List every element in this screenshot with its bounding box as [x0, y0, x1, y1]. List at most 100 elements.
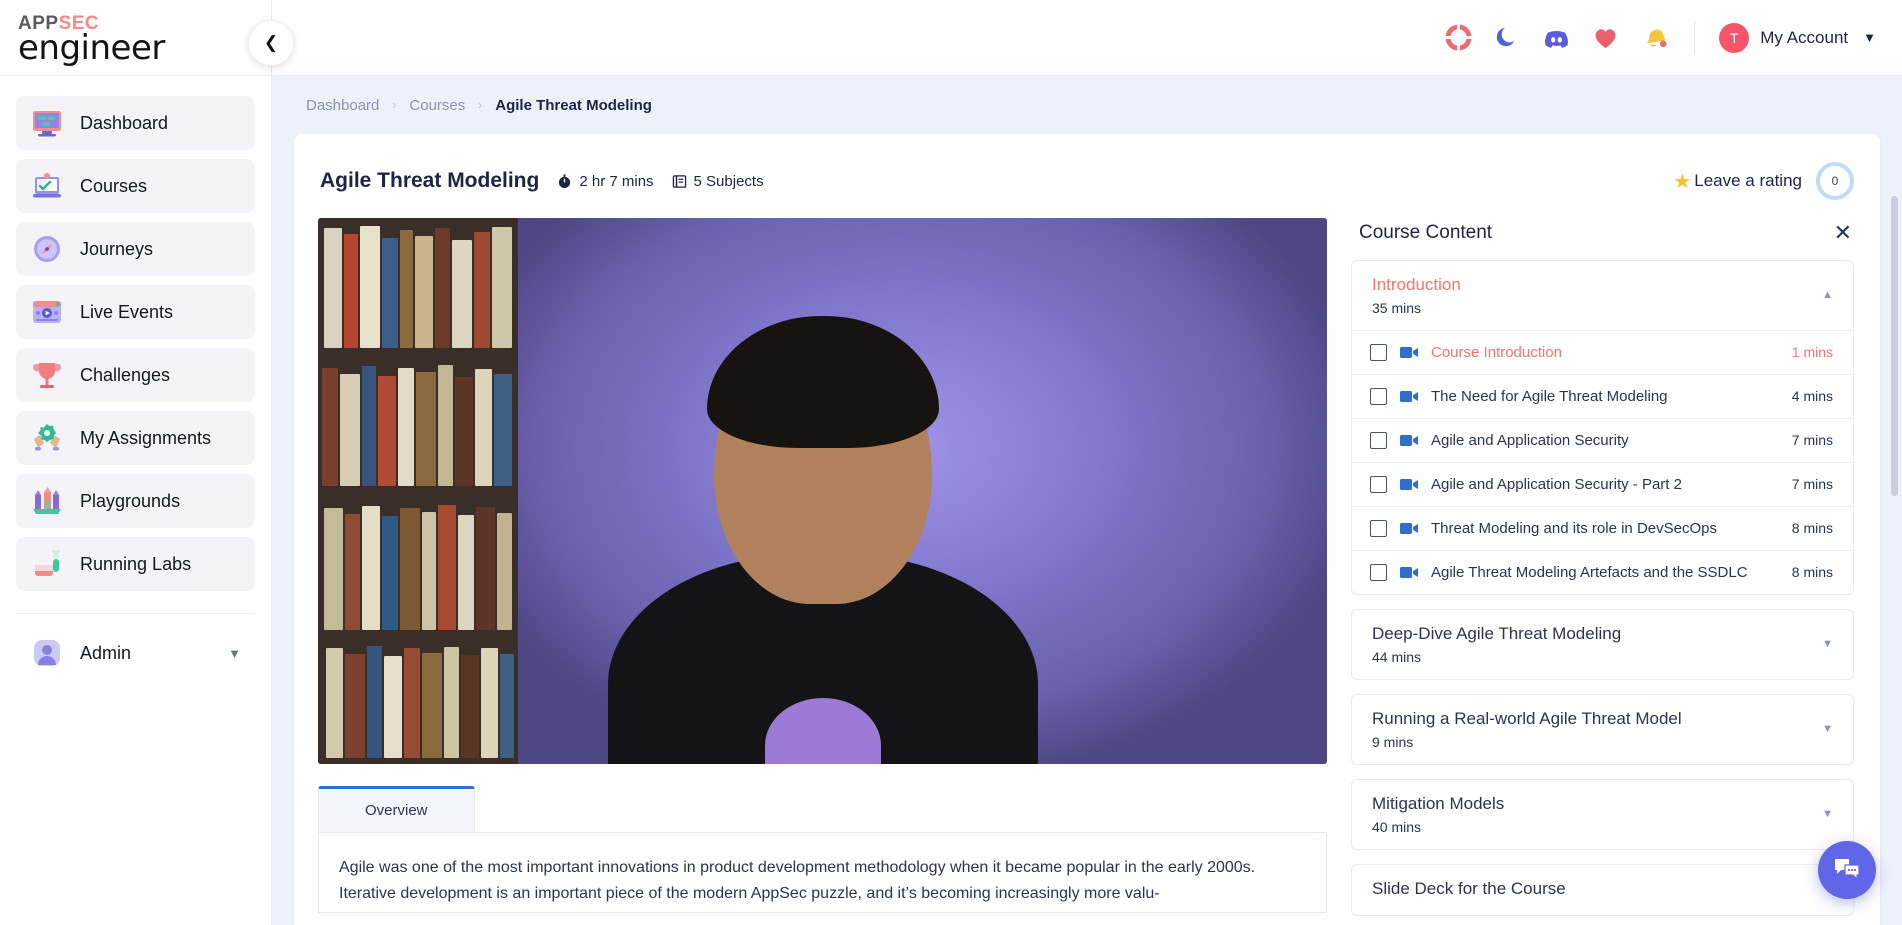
sidebar-collapse-button[interactable]: ❮: [248, 20, 294, 66]
account-label: My Account: [1760, 27, 1849, 47]
overview-panel: Agile was one of the most important inno…: [318, 833, 1327, 913]
course-section-header[interactable]: Deep-Dive Agile Threat Modeling 44 mins ▼: [1352, 610, 1853, 679]
course-tabs: Overview: [318, 786, 1327, 833]
sidebar-item-running-labs[interactable]: Running Labs: [16, 537, 255, 591]
chevron-down-icon[interactable]: ▼: [1822, 638, 1833, 650]
lesson-duration: 8 mins: [1791, 520, 1833, 537]
breadcrumb-separator: ›: [478, 98, 483, 112]
course-section: Introduction 35 mins ▲ Course Introduction 1…: [1351, 260, 1854, 595]
sidebar-item-admin[interactable]: Admin ▼: [16, 628, 255, 678]
overview-text: Agile was one of the most important inno…: [339, 859, 1256, 902]
lesson-title: Course Introduction: [1431, 343, 1562, 361]
breadcrumb-item-courses[interactable]: Courses: [409, 97, 465, 114]
lesson-row[interactable]: The Need for Agile Threat Modeling 4 mins: [1352, 373, 1853, 418]
course-body: Overview Agile was one of the most impor…: [318, 196, 1898, 916]
chevron-down-icon[interactable]: ▼: [1822, 808, 1833, 820]
course-content-scrollbar[interactable]: [1891, 196, 1898, 756]
course-duration-text: 2 hr 7 mins: [579, 172, 654, 190]
top-bar: T My Account ▼: [272, 0, 1902, 76]
bell-notification-icon[interactable]: [1641, 24, 1668, 51]
course-section: Deep-Dive Agile Threat Modeling 44 mins ▼: [1351, 608, 1854, 680]
video-camera-icon: [1400, 478, 1418, 490]
sidebar-item-my-assignments[interactable]: My Assignments: [16, 411, 255, 465]
course-section-header[interactable]: Introduction 35 mins ▲: [1352, 261, 1853, 330]
course-section-title: Deep-Dive Agile Threat Modeling: [1372, 623, 1622, 643]
progress-badge: 0: [1816, 162, 1854, 200]
avatar: T: [1719, 22, 1750, 53]
course-content-panel: Course Content ✕ Introduction 35 mins ▲ Cou…: [1351, 196, 1898, 916]
chevron-down-icon[interactable]: ▼: [1822, 723, 1833, 735]
breadcrumb-item-dashboard[interactable]: Dashboard: [306, 97, 379, 114]
lesson-checkbox[interactable]: [1370, 475, 1387, 493]
lesson-row[interactable]: Threat Modeling and its role in DevSecOp…: [1352, 505, 1853, 550]
course-section-header[interactable]: Running a Real-world Agile Threat Model 9…: [1352, 695, 1853, 764]
lifebuoy-help-icon[interactable]: [1445, 24, 1473, 51]
course-section-duration: 40 mins: [1372, 818, 1422, 835]
heart-icon[interactable]: [1592, 24, 1619, 51]
course-section-title: Slide Deck for the Course: [1372, 878, 1566, 898]
lesson-title: Agile Threat Modeling Artefacts and the …: [1431, 563, 1748, 581]
lesson-duration: 4 mins: [1791, 388, 1833, 405]
lesson-checkbox[interactable]: [1370, 387, 1387, 405]
lesson-title: Agile and Application Security: [1431, 431, 1629, 449]
compass-icon: [34, 236, 60, 262]
stopwatch-icon: [559, 173, 571, 188]
assignments-icon: [34, 424, 60, 451]
main-area: T My Account ▼ Dashboard › Courses › Agi…: [272, 0, 1902, 925]
sidebar-item-playgrounds[interactable]: Playgrounds: [16, 474, 255, 528]
sidebar-item-label: Live Events: [80, 301, 174, 322]
course-section: Mitigation Models 40 mins ▼: [1351, 778, 1854, 850]
course-title-row: Agile Threat Modeling 2 hr 7 mins 5 Subj…: [320, 169, 764, 193]
sidebar-item-challenges[interactable]: Challenges: [16, 348, 255, 402]
course-video-player[interactable]: [318, 218, 1327, 764]
lesson-checkbox[interactable]: [1370, 431, 1387, 449]
close-icon[interactable]: ✕: [1834, 222, 1852, 244]
lesson-row[interactable]: Agile and Application Security - Part 2 7…: [1352, 461, 1853, 506]
breadcrumb-separator: ›: [392, 98, 397, 112]
course-content-sections: Introduction 35 mins ▲ Course Introduction 1…: [1351, 260, 1856, 916]
discord-icon[interactable]: [1543, 24, 1570, 51]
moon-dark-mode-icon[interactable]: [1494, 24, 1521, 51]
live-events-icon: [33, 301, 61, 323]
scrollbar-thumb[interactable]: [1891, 196, 1898, 496]
sidebar-item-label: Admin: [80, 642, 132, 663]
chat-widget-button[interactable]: [1818, 841, 1876, 899]
sidebar-item-journeys[interactable]: Journeys: [16, 222, 255, 276]
sidebar-item-live-events[interactable]: Live Events: [16, 285, 255, 339]
course-section: Running a Real-world Agile Threat Model 9…: [1351, 693, 1854, 765]
chevron-up-icon[interactable]: ▲: [1822, 289, 1833, 301]
lesson-checkbox[interactable]: [1370, 343, 1387, 361]
chat-bubbles-icon: [1835, 859, 1860, 881]
sidebar-nav: Dashboard Courses Journeys Live Events C…: [0, 76, 271, 591]
account-menu[interactable]: T My Account ▼: [1719, 22, 1876, 53]
lesson-row[interactable]: Agile Threat Modeling Artefacts and the …: [1352, 549, 1853, 594]
sidebar-item-courses[interactable]: Courses: [16, 159, 255, 213]
book-icon: [672, 174, 686, 188]
lesson-checkbox[interactable]: [1370, 519, 1387, 537]
page-content: Dashboard › Courses › Agile Threat Model…: [272, 76, 1902, 925]
brand-logo[interactable]: APPSEC engineer: [0, 0, 271, 76]
castle-icon: [33, 487, 61, 514]
course-section-title: Mitigation Models: [1372, 793, 1505, 813]
tab-overview[interactable]: Overview: [318, 786, 475, 832]
video-subject: [607, 316, 1038, 764]
video-camera-icon: [1400, 346, 1418, 358]
breadcrumb-current: Agile Threat Modeling: [495, 96, 652, 114]
lesson-row[interactable]: Agile and Application Security 7 mins: [1352, 417, 1853, 462]
course-card: Agile Threat Modeling 2 hr 7 mins 5 Subj…: [294, 134, 1898, 925]
lesson-title: Threat Modeling and its role in DevSecOp…: [1431, 519, 1717, 537]
leave-a-rating-label: Leave a rating: [1694, 171, 1802, 190]
leave-a-rating-button[interactable]: ★ Leave a rating: [1673, 169, 1802, 194]
sidebar-item-label: Playgrounds: [80, 490, 181, 511]
sidebar-item-label: Journeys: [80, 238, 154, 259]
sidebar-item-dashboard[interactable]: Dashboard: [16, 96, 255, 150]
breadcrumb: Dashboard › Courses › Agile Threat Model…: [294, 76, 1880, 134]
lesson-row[interactable]: Course Introduction 1 mins: [1352, 329, 1853, 374]
sidebar-divider: [16, 613, 255, 614]
courses-icon: [33, 173, 61, 198]
video-camera-icon: [1400, 390, 1418, 402]
course-section-header[interactable]: Mitigation Models 40 mins ▼: [1352, 780, 1853, 849]
lesson-checkbox[interactable]: [1370, 563, 1387, 581]
course-section-header[interactable]: Slide Deck for the Course▼: [1352, 865, 1853, 915]
bookshelf: [318, 218, 518, 764]
